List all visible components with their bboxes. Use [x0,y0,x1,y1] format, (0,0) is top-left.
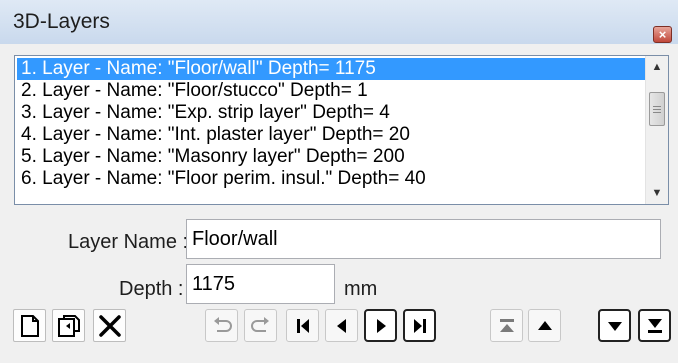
copy-layer-button[interactable] [52,309,85,342]
new-layer-button[interactable] [13,309,46,342]
close-button[interactable]: × [653,26,672,43]
scroll-thumb[interactable] [649,92,665,126]
move-bottom-button[interactable] [638,309,671,342]
move-top-button[interactable] [490,309,523,342]
redo-icon [250,316,269,332]
move-bottom-icon [647,318,662,333]
layer-name-field[interactable]: Floor/wall [186,219,661,259]
layers-dialog: 3D-Layers × 1. Layer - Name: "Floor/wall… [0,0,678,363]
next-button[interactable] [364,309,397,342]
layer-list-item[interactable]: 2. Layer - Name: "Floor/stucco" Depth= 1 [17,80,647,102]
layer-list-item[interactable]: 5. Layer - Name: "Masonry layer" Depth= … [17,146,647,168]
move-up-button[interactable] [528,309,561,342]
scroll-down-icon[interactable]: ▼ [646,182,668,204]
last-icon [413,318,426,333]
move-top-icon [499,318,514,332]
layer-list-item[interactable]: 6. Layer - Name: "Floor perim. insul." D… [17,168,647,190]
first-icon [296,318,309,333]
depth-field[interactable]: 1175 [186,264,335,304]
last-button[interactable] [403,309,436,342]
undo-button[interactable] [205,309,238,342]
previous-button[interactable] [325,309,358,342]
delete-layer-icon [98,314,121,337]
move-down-button[interactable] [598,309,631,342]
window-title: 3D-Layers [13,10,110,33]
layers-list[interactable]: 1. Layer - Name: "Floor/wall" Depth= 117… [14,55,669,205]
title-bar: 3D-Layers × [0,0,678,44]
previous-icon [336,318,346,333]
layer-list-item[interactable]: 4. Layer - Name: "Int. plaster layer" De… [17,124,647,146]
move-up-icon [537,320,552,330]
layer-list-item[interactable]: 1. Layer - Name: "Floor/wall" Depth= 117… [17,58,647,80]
layer-list-item[interactable]: 3. Layer - Name: "Exp. strip layer" Dept… [17,102,647,124]
first-button[interactable] [286,309,319,342]
layer-name-label: Layer Name : [68,231,189,253]
undo-icon [213,316,232,332]
depth-label: Depth : [119,278,184,300]
delete-layer-button[interactable] [93,309,126,342]
move-down-icon [607,321,622,331]
next-icon [376,318,386,333]
vertical-scrollbar[interactable]: ▲ ▼ [645,56,668,204]
copy-layer-icon [57,314,80,337]
depth-unit: mm [344,278,378,300]
new-layer-icon [20,314,39,337]
redo-button[interactable] [244,309,277,342]
scroll-up-icon[interactable]: ▲ [646,56,668,78]
